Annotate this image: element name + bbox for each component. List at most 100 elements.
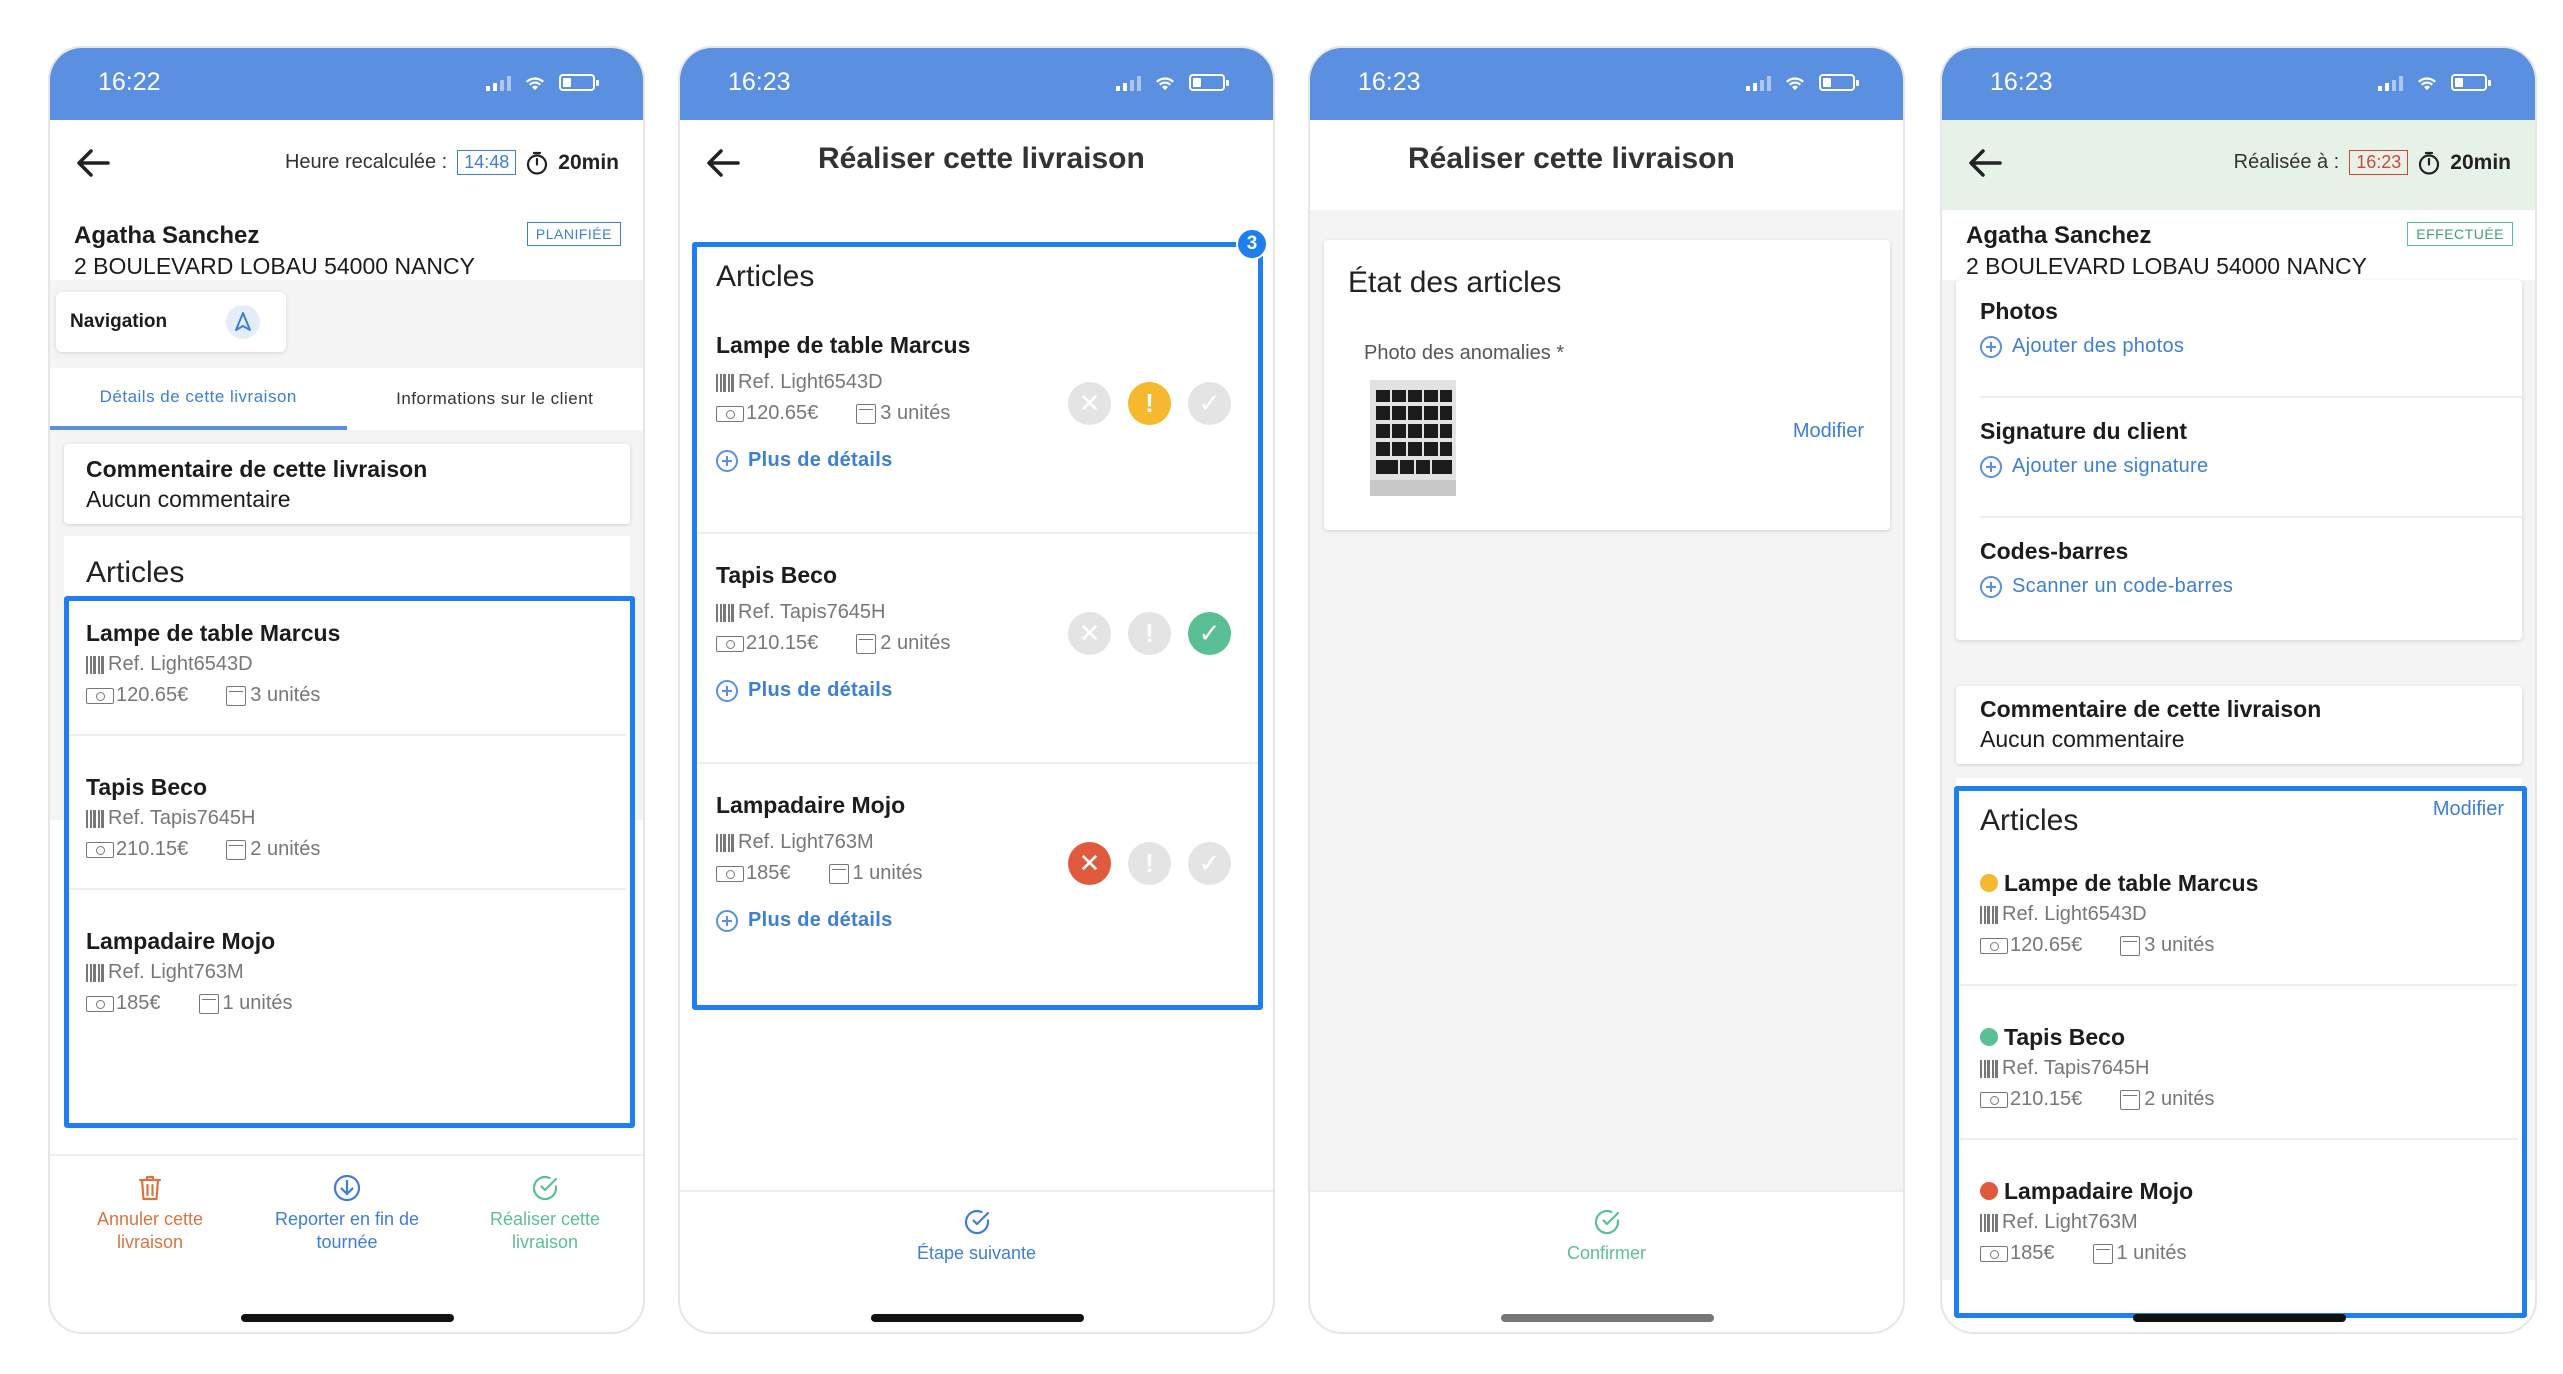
status-badge: PLANIFIÉE bbox=[526, 222, 621, 246]
articles-title: Articles bbox=[86, 556, 185, 589]
signal-icon bbox=[1746, 75, 1771, 91]
wifi-icon bbox=[1156, 76, 1174, 90]
battery-icon bbox=[2451, 74, 2491, 91]
comment-card: Commentaire de cette livraison Aucun com… bbox=[1956, 686, 2522, 764]
back-arrow-icon[interactable] bbox=[74, 144, 112, 182]
anomaly-photo-thumbnail[interactable] bbox=[1370, 380, 1456, 496]
home-indicator bbox=[2132, 1314, 2346, 1322]
client-name: Agatha Sanchez bbox=[74, 222, 260, 249]
client-name: Agatha Sanchez bbox=[1966, 222, 2152, 249]
count-badge: 3 bbox=[1236, 228, 1268, 260]
section-title: Signature du client bbox=[1980, 418, 2188, 444]
bottom-action-bar: Étape suivante bbox=[680, 1190, 1273, 1332]
cancel-delivery-label: Annuler cette livraison bbox=[96, 1209, 204, 1252]
client-info: Agatha Sanchez 2 BOULEVARD LOBAU 54000 N… bbox=[74, 220, 475, 282]
status-bar: 16:23 bbox=[680, 48, 1273, 120]
battery-icon bbox=[559, 74, 599, 91]
photo-label: Photo des anomalies * bbox=[1364, 342, 1565, 364]
wifi-icon bbox=[526, 76, 544, 90]
recalculated-time-label: Heure recalculée : bbox=[284, 151, 448, 173]
photos-section: Photos Ajouter des photos bbox=[1980, 298, 2184, 358]
battery-icon bbox=[1819, 74, 1859, 91]
battery-icon bbox=[1189, 74, 1229, 91]
status-time: 16:22 bbox=[98, 68, 161, 96]
signature-section: Signature du client Ajouter une signatur… bbox=[1980, 418, 2208, 478]
check-circle-icon bbox=[1594, 1209, 1619, 1235]
add-signature-link[interactable]: Ajouter une signature bbox=[1980, 455, 2208, 478]
back-arrow-icon[interactable] bbox=[1966, 144, 2004, 182]
screen-article-status: 16:23 Réaliser cette livraison État des … bbox=[1308, 46, 1905, 1334]
screen-delivery-done: 16:23 Réalisée à : 16:23 20min Agatha Sa… bbox=[1940, 46, 2537, 1334]
article-status-card: État des articles Photo des anomalies * … bbox=[1324, 240, 1890, 530]
signal-icon bbox=[1116, 75, 1141, 91]
navigation-arrow-icon bbox=[226, 305, 260, 339]
home-indicator bbox=[870, 1314, 1084, 1322]
status-time: 16:23 bbox=[728, 68, 791, 96]
signal-icon bbox=[486, 75, 511, 91]
comment-text: Aucun commentaire bbox=[1980, 726, 2185, 752]
arrow-down-circle-icon bbox=[333, 1174, 361, 1202]
add-photos-link[interactable]: Ajouter des photos bbox=[1980, 335, 2184, 358]
confirm-label: Confirmer bbox=[1566, 1243, 1646, 1263]
section-title: Codes-barres bbox=[1980, 538, 2129, 564]
scan-barcode-link[interactable]: Scanner un code-barres bbox=[1980, 575, 2233, 598]
modify-link[interactable]: Modifier bbox=[1793, 420, 1864, 443]
articles-highlight bbox=[64, 596, 635, 1128]
comment-title: Commentaire de cette livraison bbox=[1980, 696, 2322, 722]
bottom-action-bar: Confirmer bbox=[1310, 1190, 1903, 1332]
comment-card: Commentaire de cette livraison Aucun com… bbox=[64, 444, 630, 524]
navigation-label: Navigation bbox=[70, 311, 168, 332]
check-circle-icon bbox=[532, 1175, 558, 1201]
home-indicator bbox=[240, 1314, 454, 1322]
client-address: 2 BOULEVARD LOBAU 54000 NANCY bbox=[74, 253, 475, 279]
client-info: Agatha Sanchez 2 BOULEVARD LOBAU 54000 N… bbox=[1966, 220, 2367, 282]
plus-circle-icon bbox=[1980, 455, 2002, 478]
completed-time-box: 16:23 bbox=[2349, 150, 2409, 175]
trash-icon bbox=[138, 1175, 162, 1201]
screen-delivery-details: 16:22 Heure recalculée : 14:48 20min Aga… bbox=[48, 46, 645, 1334]
signal-icon bbox=[2378, 75, 2403, 91]
completed-time-label: Réalisée à : bbox=[2233, 151, 2340, 173]
articles-highlight bbox=[1954, 786, 2527, 1318]
duration: 20min bbox=[558, 150, 619, 174]
page-title: Réaliser cette livraison bbox=[1408, 142, 1735, 175]
stopwatch-icon bbox=[527, 151, 548, 175]
tab-bar: Détails de cette livraison Informations … bbox=[50, 368, 643, 430]
cancel-delivery-button[interactable]: Annuler cette livraison bbox=[70, 1174, 230, 1254]
postpone-delivery-label: Reporter en fin de tournée bbox=[274, 1209, 420, 1252]
status-bar: 16:23 bbox=[1310, 48, 1903, 120]
wifi-icon bbox=[1786, 76, 1804, 90]
navigation-button[interactable]: Navigation bbox=[56, 292, 286, 352]
section-title: État des articles bbox=[1348, 266, 1562, 299]
confirm-button[interactable]: Confirmer bbox=[1310, 1208, 1903, 1265]
home-indicator bbox=[1500, 1314, 1714, 1322]
status-bar: 16:23 bbox=[1942, 48, 2535, 120]
tab-client-info[interactable]: Informations sur le client bbox=[347, 368, 644, 430]
complete-delivery-label: Réaliser cette livraison bbox=[489, 1209, 601, 1252]
bottom-action-bar: Annuler cette livraison Reporter en fin … bbox=[50, 1154, 643, 1332]
wifi-icon bbox=[2418, 76, 2436, 90]
client-address: 2 BOULEVARD LOBAU 54000 NANCY bbox=[1966, 253, 2367, 279]
proof-sections-card: Photos Ajouter des photos Signature du c… bbox=[1956, 280, 2522, 640]
tab-delivery-details[interactable]: Détails de cette livraison bbox=[50, 368, 347, 430]
next-step-label: Étape suivante bbox=[916, 1243, 1037, 1263]
back-arrow-icon[interactable] bbox=[704, 144, 742, 182]
status-time: 16:23 bbox=[1358, 68, 1421, 96]
duration: 20min bbox=[2450, 150, 2511, 174]
recalculated-time-box: 14:48 bbox=[457, 150, 517, 175]
status-bar: 16:22 bbox=[50, 48, 643, 120]
complete-delivery-button[interactable]: Réaliser cette livraison bbox=[460, 1174, 630, 1254]
comment-title: Commentaire de cette livraison bbox=[86, 456, 428, 482]
page-title: Réaliser cette livraison bbox=[818, 142, 1145, 175]
screen-realize-delivery: 16:23 Réaliser cette livraison Articles … bbox=[678, 46, 1275, 1334]
postpone-delivery-button[interactable]: Reporter en fin de tournée bbox=[262, 1174, 432, 1254]
comment-text: Aucun commentaire bbox=[86, 486, 291, 512]
plus-circle-icon bbox=[1980, 575, 2002, 598]
stopwatch-icon bbox=[2419, 151, 2440, 175]
status-badge: EFFECTUÉE bbox=[2407, 222, 2513, 246]
keyboard-photo-icon bbox=[1370, 380, 1456, 496]
barcodes-section: Codes-barres Scanner un code-barres bbox=[1980, 538, 2233, 598]
plus-circle-icon bbox=[1980, 335, 2002, 358]
next-step-button[interactable]: Étape suivante bbox=[680, 1208, 1273, 1265]
status-time: 16:23 bbox=[1990, 68, 2053, 96]
